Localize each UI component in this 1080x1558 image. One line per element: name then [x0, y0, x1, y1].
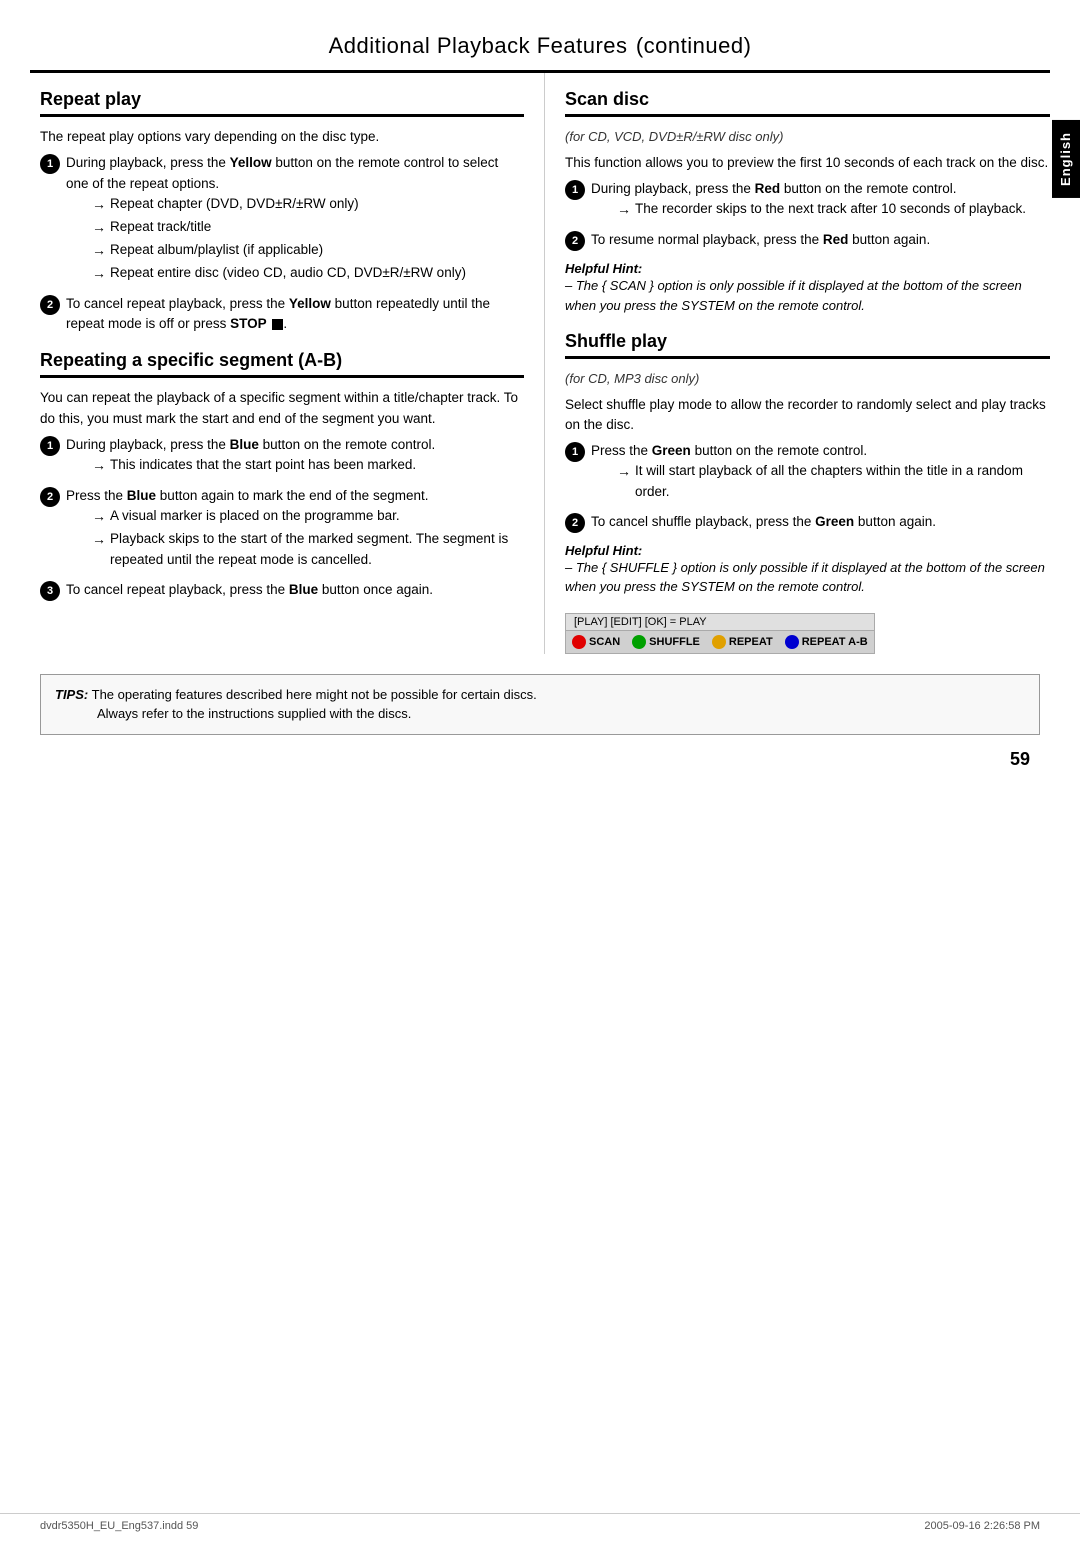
- shuffle-play-section: Shuffle play (for CD, MP3 disc only) Sel…: [565, 331, 1050, 654]
- hint-text: – The { SCAN } option is only possible i…: [565, 276, 1050, 315]
- hint-text: – The { SHUFFLE } option is only possibl…: [565, 558, 1050, 597]
- hint-title: Helpful Hint:: [565, 543, 1050, 558]
- page: English Additional Playback Features (co…: [0, 0, 1080, 1558]
- left-column: Repeat play The repeat play options vary…: [40, 73, 545, 654]
- btn-shuffle: SHUFFLE: [626, 633, 706, 651]
- shuffle-step2: 2 To cancel shuffle playback, press the …: [565, 512, 1050, 533]
- repeat-segment-section: Repeating a specific segment (A-B) You c…: [40, 350, 524, 601]
- step-num-2: 2: [40, 487, 60, 507]
- repeat-play-step2: 2 To cancel repeat playback, press the Y…: [40, 294, 524, 335]
- tips-text1: The operating features described here mi…: [92, 687, 537, 702]
- page-footer: dvdr5350H_EU_Eng537.indd 59 2005-09-16 2…: [0, 1513, 1080, 1538]
- blue-dot: [785, 635, 799, 649]
- arrow-item: →A visual marker is placed on the progra…: [92, 506, 524, 527]
- scan-step1: 1 During playback, press the Red button …: [565, 179, 1050, 222]
- button-bar-bottom: SCAN SHUFFLE REPEAT REPEAT A-B: [566, 631, 874, 653]
- arrow-item: →Repeat entire disc (video CD, audio CD,…: [92, 263, 524, 284]
- button-bar: [PLAY] [EDIT] [OK] = PLAY SCAN SHUFFLE: [565, 613, 875, 654]
- step2-content: Press the Blue button again to mark the …: [66, 486, 524, 572]
- scan-step2: 2 To resume normal playback, press the R…: [565, 230, 1050, 251]
- step-num-2: 2: [40, 295, 60, 315]
- step1-content: During playback, press the Blue button o…: [66, 435, 435, 478]
- tips-text2: Always refer to the instructions supplie…: [55, 706, 411, 721]
- tips-label: TIPS:: [55, 687, 88, 702]
- repeat-play-intro: The repeat play options vary depending o…: [40, 127, 524, 147]
- arrow-item: →This indicates that the start point has…: [92, 455, 435, 476]
- arrow-item: →It will start playback of all the chapt…: [617, 461, 1050, 502]
- right-column: Scan disc (for CD, VCD, DVD±R/±RW disc o…: [545, 73, 1050, 654]
- yellow-dot: [712, 635, 726, 649]
- step-num-2: 2: [565, 231, 585, 251]
- step-num-2: 2: [565, 513, 585, 533]
- shuffle-subtitle: (for CD, MP3 disc only): [565, 369, 1050, 389]
- arrow-item: →Repeat chapter (DVD, DVD±R/±RW only): [92, 194, 524, 215]
- footer-right: 2005-09-16 2:26:58 PM: [924, 1520, 1040, 1532]
- scan-disc-section: Scan disc (for CD, VCD, DVD±R/±RW disc o…: [565, 89, 1050, 315]
- footer-left: dvdr5350H_EU_Eng537.indd 59: [40, 1520, 198, 1532]
- shuffle-intro: Select shuffle play mode to allow the re…: [565, 395, 1050, 436]
- btn-repeat-ab-label: REPEAT A-B: [802, 636, 868, 648]
- btn-repeat-ab: REPEAT A-B: [779, 633, 874, 651]
- step3-content: To cancel repeat playback, press the Blu…: [66, 580, 433, 600]
- page-number: 59: [0, 749, 1030, 770]
- repeat-segment-intro: You can repeat the playback of a specifi…: [40, 388, 524, 429]
- button-bar-top: [PLAY] [EDIT] [OK] = PLAY: [566, 614, 874, 631]
- step2-content: To cancel repeat playback, press the Yel…: [66, 294, 524, 335]
- segment-step1: 1 During playback, press the Blue button…: [40, 435, 524, 478]
- green-dot: [632, 635, 646, 649]
- shuffle-play-title: Shuffle play: [565, 331, 1050, 359]
- step-num-3: 3: [40, 581, 60, 601]
- shuffle-helpful-hint: Helpful Hint: – The { SHUFFLE } option i…: [565, 543, 1050, 597]
- page-header: Additional Playback Features (continued): [30, 0, 1050, 73]
- scan-disc-intro: This function allows you to preview the …: [565, 153, 1050, 173]
- arrow-item: →The recorder skips to the next track af…: [617, 199, 1026, 220]
- repeat-play-section: Repeat play The repeat play options vary…: [40, 89, 524, 334]
- step-num-1: 1: [565, 180, 585, 200]
- step2-content: To cancel shuffle playback, press the Gr…: [591, 512, 936, 532]
- scan-disc-subtitle: (for CD, VCD, DVD±R/±RW disc only): [565, 127, 1050, 147]
- step1-content: During playback, press the Yellow button…: [66, 153, 524, 286]
- scan-helpful-hint: Helpful Hint: – The { SCAN } option is o…: [565, 261, 1050, 315]
- btn-scan-label: SCAN: [589, 636, 620, 648]
- language-tab: English: [1052, 120, 1080, 198]
- repeat-segment-title: Repeating a specific segment (A-B): [40, 350, 524, 378]
- tips-box: TIPS: The operating features described h…: [40, 674, 1040, 735]
- arrow-item: →Repeat track/title: [92, 217, 524, 238]
- segment-step2: 2 Press the Blue button again to mark th…: [40, 486, 524, 572]
- hint-title: Helpful Hint:: [565, 261, 1050, 276]
- arrow-item: →Repeat album/playlist (if applicable): [92, 240, 524, 261]
- btn-shuffle-label: SHUFFLE: [649, 636, 700, 648]
- repeat-play-step1: 1 During playback, press the Yellow butt…: [40, 153, 524, 286]
- step2-content: To resume normal playback, press the Red…: [591, 230, 930, 250]
- btn-repeat-label: REPEAT: [729, 636, 773, 648]
- btn-scan: SCAN: [566, 633, 626, 651]
- scan-disc-title: Scan disc: [565, 89, 1050, 117]
- step-num-1: 1: [40, 436, 60, 456]
- repeat-play-title: Repeat play: [40, 89, 524, 117]
- segment-step3: 3 To cancel repeat playback, press the B…: [40, 580, 524, 601]
- red-dot: [572, 635, 586, 649]
- step-num-1: 1: [40, 154, 60, 174]
- step1-content: Press the Green button on the remote con…: [591, 441, 1050, 504]
- step1-content: During playback, press the Red button on…: [591, 179, 1026, 222]
- arrow-item: →Playback skips to the start of the mark…: [92, 529, 524, 570]
- shuffle-step1: 1 Press the Green button on the remote c…: [565, 441, 1050, 504]
- btn-repeat: REPEAT: [706, 633, 779, 651]
- main-content: Repeat play The repeat play options vary…: [0, 73, 1080, 654]
- step-num-1: 1: [565, 442, 585, 462]
- page-title: Additional Playback Features (continued): [90, 28, 990, 60]
